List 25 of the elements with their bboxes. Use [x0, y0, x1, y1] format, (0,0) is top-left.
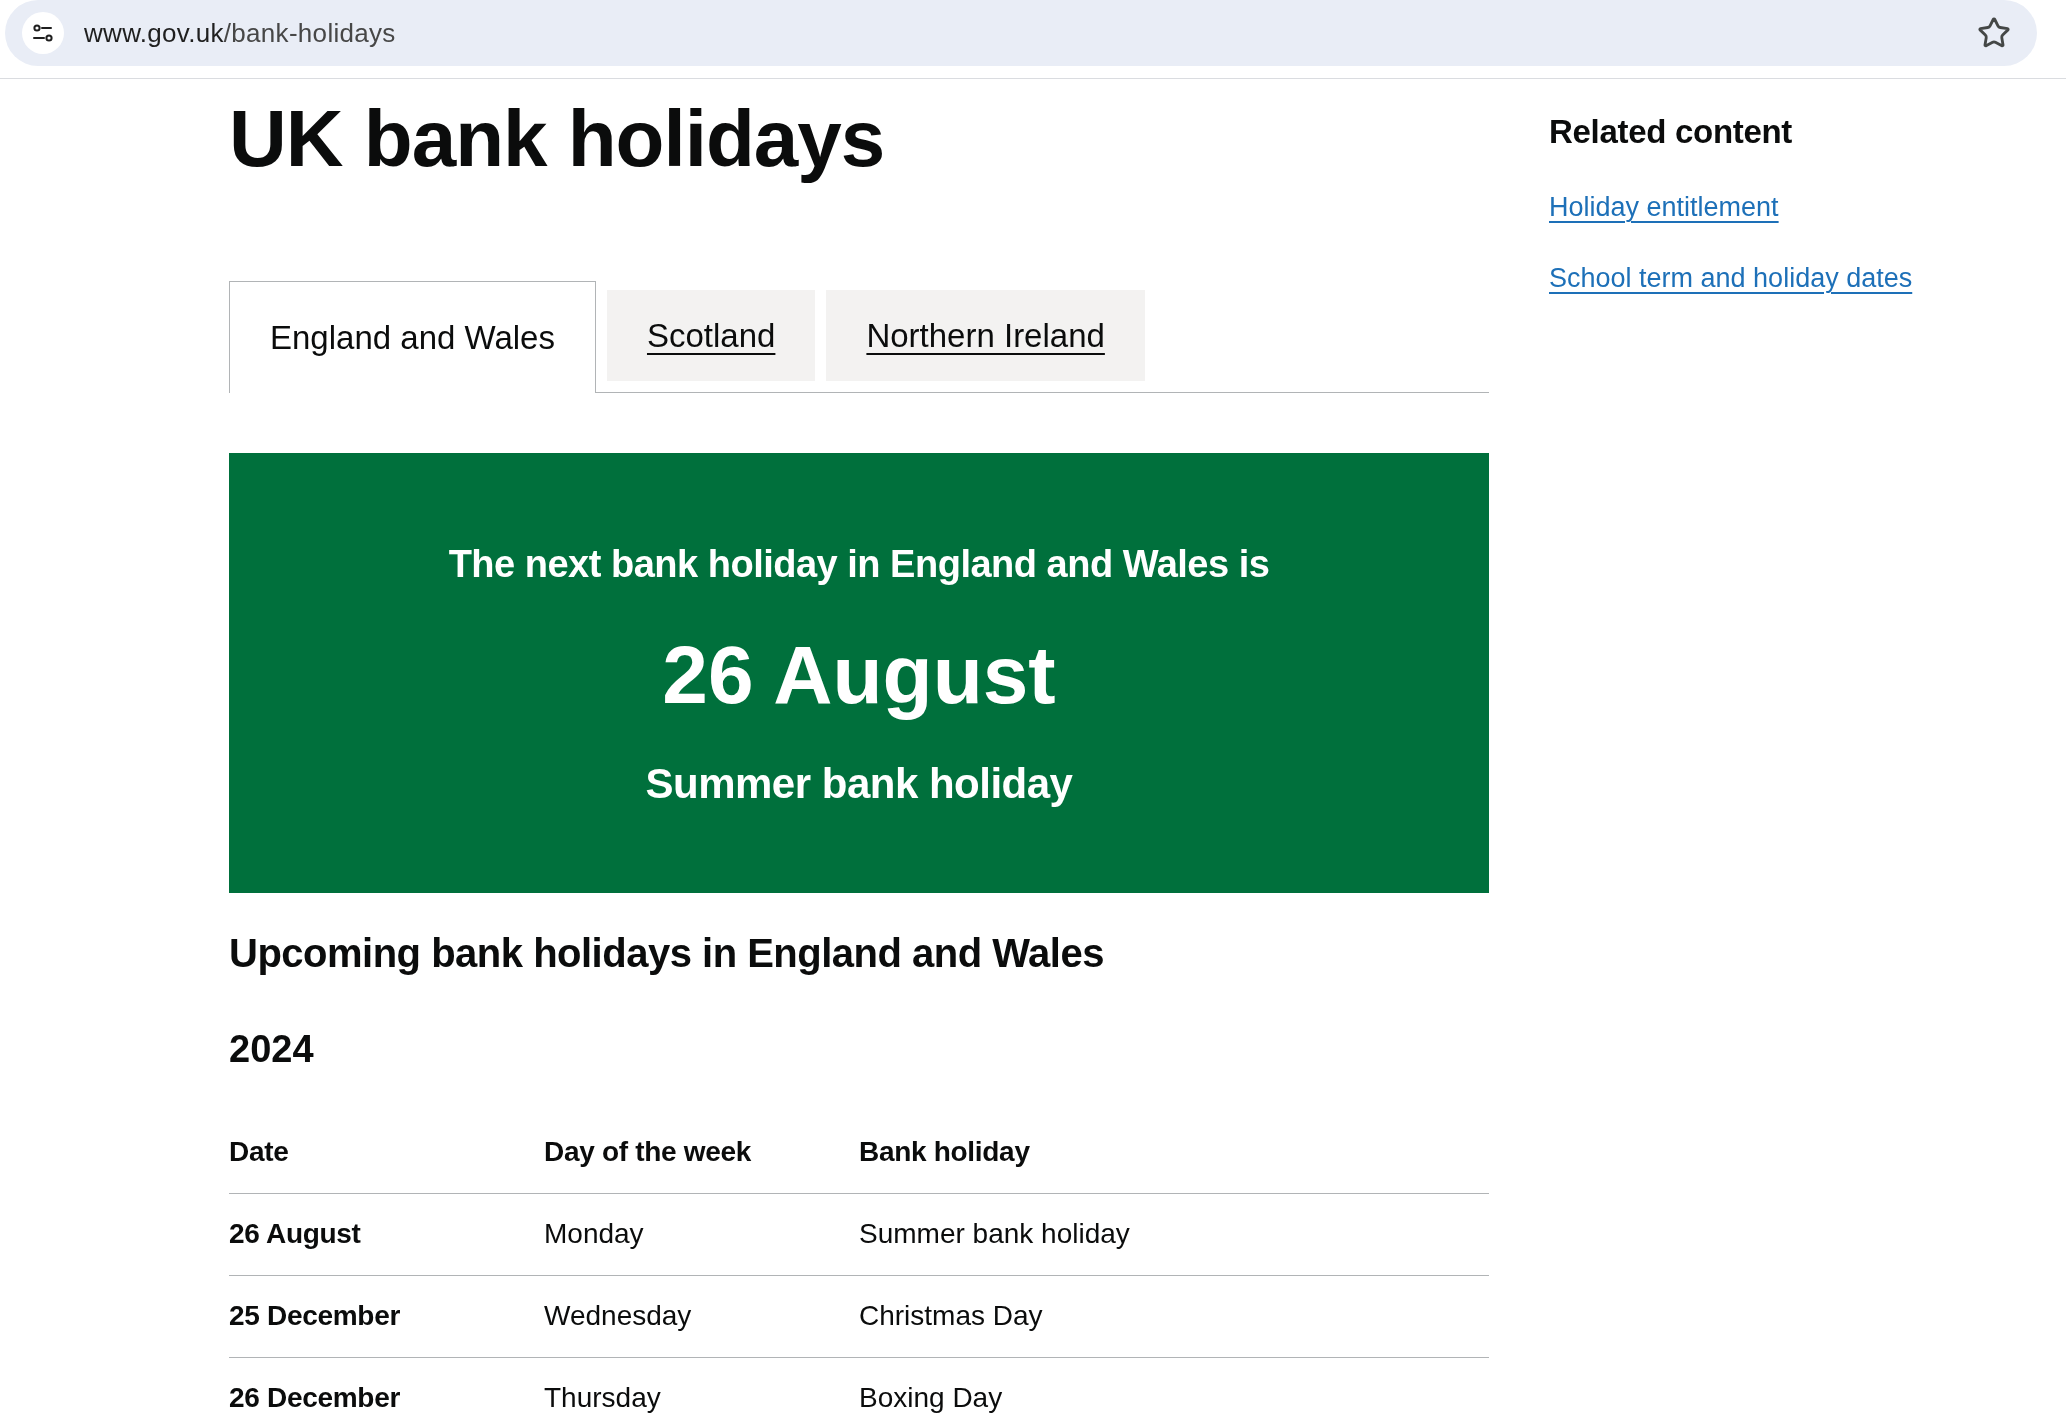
url-field[interactable]: www.gov.uk/bank-holidays [84, 17, 396, 49]
table-cell: Summer bank holiday [859, 1218, 1130, 1249]
tab[interactable]: Northern Ireland [826, 290, 1145, 381]
bookmark-star-icon[interactable] [1977, 16, 2011, 50]
column-header: Date [229, 1136, 289, 1167]
table-cell: 26 December [229, 1382, 401, 1413]
column-header: Day of the week [544, 1136, 752, 1167]
column-header: Bank holiday [859, 1136, 1030, 1167]
tune-icon[interactable] [22, 12, 64, 54]
sidebar-heading: Related content [1549, 112, 1793, 152]
year-heading: 2024 [229, 1027, 314, 1072]
related-link[interactable]: Holiday entitlement [1549, 191, 1779, 223]
table-cell: 25 December [229, 1300, 401, 1331]
table-cell: 26 August [229, 1218, 361, 1249]
table-cell: Christmas Day [859, 1300, 1043, 1331]
related-link[interactable]: School term and holiday dates [1549, 262, 1913, 294]
tab[interactable]: England and Wales [229, 281, 596, 393]
table-cell: Monday [544, 1218, 644, 1249]
section-heading: Upcoming bank holidays in England and Wales [229, 930, 1104, 977]
tab[interactable]: Scotland [606, 290, 816, 381]
table-cell: Thursday [544, 1382, 661, 1413]
table-cell: Boxing Day [859, 1382, 1003, 1413]
banner-holiday-name: Summer bank holiday [645, 759, 1073, 809]
table-cell: Wednesday [544, 1300, 692, 1331]
banner-heading: The next bank holiday in England and Wales is [448, 542, 1270, 587]
